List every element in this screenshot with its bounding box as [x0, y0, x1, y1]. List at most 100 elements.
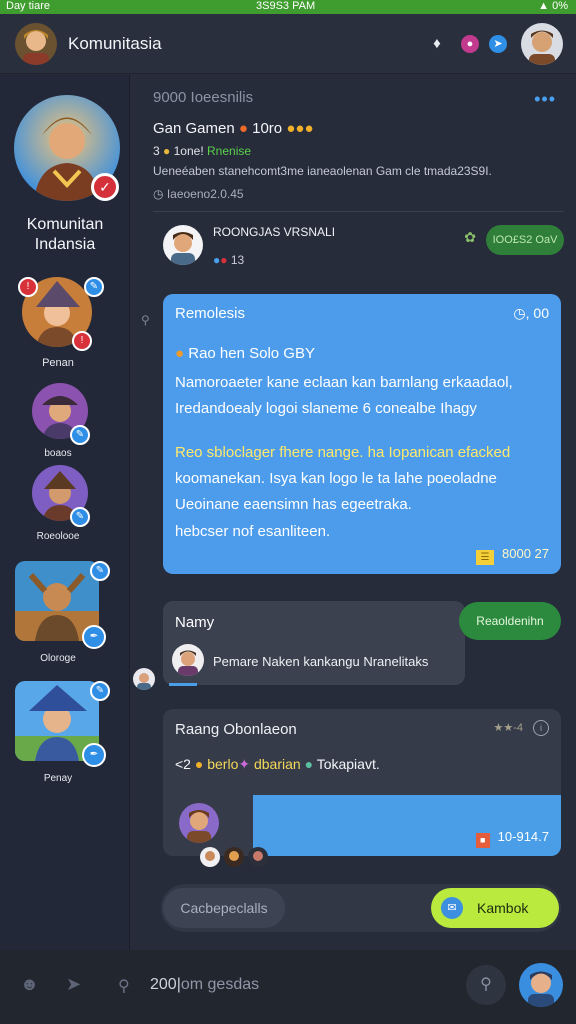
- user-avatar[interactable]: [521, 23, 563, 65]
- sidebar-member[interactable]: ✎ ✒ Oloroge: [0, 561, 130, 664]
- thread-footer-text: 10-914.7: [497, 829, 549, 844]
- gamepad-icon[interactable]: ●: [461, 35, 479, 53]
- thread-avatar[interactable]: [179, 803, 219, 843]
- follow-button[interactable]: IOO£S2 OaV: [486, 225, 564, 255]
- member-name: Penay: [43, 773, 73, 784]
- profile-avatar[interactable]: [519, 963, 563, 1007]
- feather-icon[interactable]: ✒: [82, 625, 106, 649]
- featured-time-value: 00: [533, 305, 549, 321]
- globe-icon: ●: [304, 756, 314, 772]
- battery-status: ▲ 0%: [538, 0, 568, 12]
- member-name: Penan: [42, 357, 74, 369]
- feather-icon[interactable]: ✒: [82, 743, 106, 767]
- reaction-avatar[interactable]: [248, 847, 268, 867]
- featured-line: Iredandoealy logoi slaneme 6 conealbe Ih…: [175, 400, 477, 417]
- search-button[interactable]: ⚲: [466, 965, 506, 1005]
- send-button[interactable]: ✉ Kambok: [431, 888, 559, 928]
- thread-line: <2 ● berlo✦ dbarian ● Tokapiavt.: [175, 756, 380, 773]
- poster-avatar[interactable]: [163, 225, 203, 265]
- app-title: Komunitasia: [68, 34, 162, 53]
- search-input[interactable]: 200|om gesdas: [150, 976, 259, 994]
- featured-footer-text: 8000 27: [502, 546, 549, 561]
- edit-icon[interactable]: ✎: [84, 277, 104, 297]
- featured-highlight-line: koomanekan. Isya kan logo le ta lahe poe…: [175, 470, 497, 487]
- send-label: Kambok: [477, 900, 529, 916]
- post-header: ROONGJAS VRSNALI ●● 13 ✿ IOO£S2 OaV: [163, 225, 564, 275]
- reply-name: Namy: [175, 614, 215, 631]
- poster-meta: ●● 13: [213, 253, 244, 267]
- small-avatar[interactable]: [133, 668, 155, 690]
- composer: Cacbepeclalls ✉ Kambok: [161, 884, 561, 932]
- leaf-icon: ✿: [464, 229, 476, 245]
- sparkle-icon: ✦: [238, 756, 251, 772]
- reply-button[interactable]: Reaoldenihn: [459, 602, 561, 640]
- group-sub-text: Iaeoeno2.0.45: [166, 187, 244, 201]
- status-bar: Day tiare 3S9S3 PAM ▲ 0%: [0, 0, 576, 14]
- reply-card[interactable]: Namy Pemare Naken kankangu Nranelitaks: [163, 601, 465, 686]
- info-icon[interactable]: i: [533, 720, 549, 736]
- group-meta: 3 ● 1one! Rnenise: [153, 144, 251, 158]
- fire-emoji-icon: ●: [238, 120, 248, 137]
- note-icon: ☰: [476, 550, 494, 565]
- clock-icon: ◷: [153, 187, 164, 201]
- sidebar-member[interactable]: ! ✎ ! Penan: [0, 277, 130, 372]
- divider: [153, 211, 564, 212]
- status-left-text: Day tiare: [6, 0, 51, 12]
- featured-highlight-line: Reo sbloclager fhere nange. ha Iopanican…: [175, 444, 511, 461]
- featured-title: Remolesis: [175, 305, 246, 322]
- puzzle-icon[interactable]: ♦: [428, 35, 446, 53]
- community-icon[interactable]: ☻: [20, 974, 39, 995]
- notification-icon: !: [18, 277, 38, 297]
- sidebar-member[interactable]: ✎ ✒ Penay: [0, 681, 130, 786]
- thread-line-c: Tokapiavt.: [316, 756, 380, 772]
- featured-post-card[interactable]: Remolesis ◷, 00 ● Rao hen Solo GBY Namor…: [163, 294, 561, 574]
- section-title: 9000 Ioeesnilis: [153, 89, 254, 106]
- thread-line-a: berlo: [207, 756, 239, 772]
- more-icon[interactable]: •••: [534, 89, 556, 110]
- reply-avatar[interactable]: [172, 644, 204, 676]
- verified-icon: ✓: [91, 173, 119, 201]
- edit-icon[interactable]: ✎: [70, 425, 90, 445]
- group-title: Gan Gamen ● 10ro ●●●: [153, 120, 314, 137]
- thread-card[interactable]: Raang Obonlaeon ★★-4 i <2 ● berlo✦ dbari…: [163, 709, 561, 856]
- reaction-avatar[interactable]: [200, 847, 220, 867]
- thread-line-b: dbarian: [253, 756, 301, 772]
- emoji-icon: ●●●: [286, 120, 314, 137]
- search-icon[interactable]: ⚲: [118, 976, 130, 996]
- member-name: Roeolooe: [36, 531, 80, 542]
- group-meta-label: 1one!: [173, 144, 204, 158]
- edit-icon[interactable]: ✎: [90, 681, 110, 701]
- share-icon[interactable]: ➤: [489, 35, 507, 53]
- edit-icon[interactable]: ✎: [90, 561, 110, 581]
- featured-time: ◷, 00: [513, 305, 549, 321]
- send-icon: ✉: [441, 897, 463, 919]
- draft-button[interactable]: Cacbepeclalls: [163, 888, 285, 928]
- reply-message: Pemare Naken kankangu Nranelitaks: [213, 654, 429, 669]
- timer-icon: ◷: [513, 305, 526, 321]
- group-description: Ueneéaben stanehcomt3me ianeaolenan Gam …: [153, 164, 492, 178]
- featured-subtitle-text: Rao hen Solo GBY: [188, 345, 315, 362]
- group-highlight: Rnenise: [207, 144, 252, 158]
- poster-name: ROONGJAS VRSNALI: [213, 225, 336, 239]
- thread-line-prefix: <2: [175, 756, 191, 772]
- status-time: 3S9S3 PAM: [256, 0, 316, 12]
- community-name: Komunitan Indansia: [26, 216, 104, 253]
- edit-icon[interactable]: ✎: [70, 507, 90, 527]
- group-title-suffix: 10ro: [252, 120, 283, 137]
- reply-indicator: [169, 683, 197, 686]
- sidebar-member[interactable]: ✎ Roeolooe: [0, 465, 130, 545]
- thread-rating: ★★-4: [493, 722, 523, 734]
- featured-subtitle: ● Rao hen Solo GBY: [175, 345, 315, 362]
- pin-icon: ⚲: [141, 313, 150, 327]
- orange-badge-icon: ●: [175, 345, 185, 362]
- app-avatar[interactable]: [15, 23, 57, 65]
- thread-title: Raang Obonlaeon: [175, 721, 297, 738]
- featured-last-line: hebcser nof esanliteen.: [175, 523, 331, 540]
- reaction-avatar[interactable]: [224, 847, 244, 867]
- sidebar-member[interactable]: ✎ boaos: [0, 383, 130, 463]
- poster-meta-count: 13: [230, 253, 245, 267]
- member-name: Oloroge: [40, 653, 76, 664]
- send-nav-icon[interactable]: ➤: [66, 974, 81, 995]
- trophy-icon: ●: [163, 144, 171, 158]
- alert-icon: !: [72, 331, 92, 351]
